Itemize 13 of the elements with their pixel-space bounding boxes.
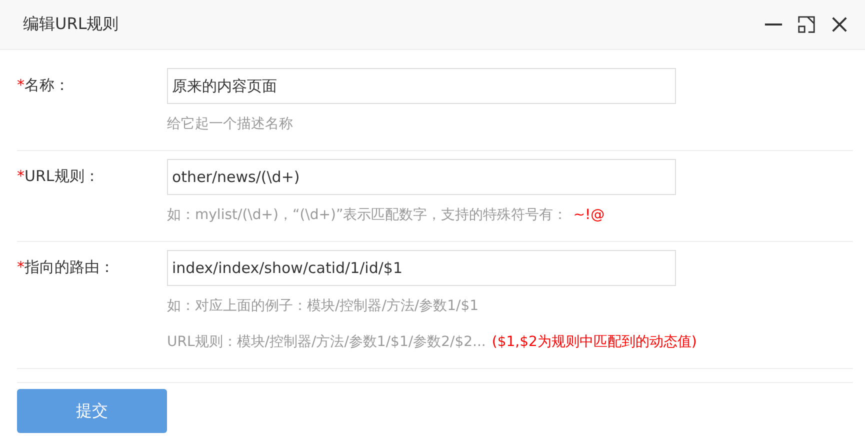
hint-text: URL规则：模块/控制器/方法/参数1/$1/参数2/$2... ($1,$2为规则中匹配到的动态值) — [167, 333, 698, 352]
field-label: *指向的路由： — [17, 257, 116, 278]
input-field[interactable]: other/news/(\d+) — [167, 159, 676, 195]
field-label: *URL规则： — [17, 166, 100, 187]
maximize-icon[interactable] — [797, 15, 816, 34]
window-title: 编辑URL规则 — [23, 14, 119, 35]
hint-text: 如：mylist/(\d+)，“(\d+)”表示匹配数字，支持的特殊符号有： ~!@ — [167, 206, 606, 225]
hint-text: 给它起一个描述名称 — [167, 115, 294, 134]
input-field[interactable]: 原来的内容页面 — [167, 68, 676, 104]
close-icon[interactable] — [830, 15, 849, 34]
hint-text: 如：对应上面的例子：模块/控制器/方法/参数1/$1 — [167, 297, 480, 316]
input-field[interactable]: index/index/show/catid/1/id/$1 — [167, 250, 676, 286]
field-label: *名称： — [17, 75, 70, 96]
